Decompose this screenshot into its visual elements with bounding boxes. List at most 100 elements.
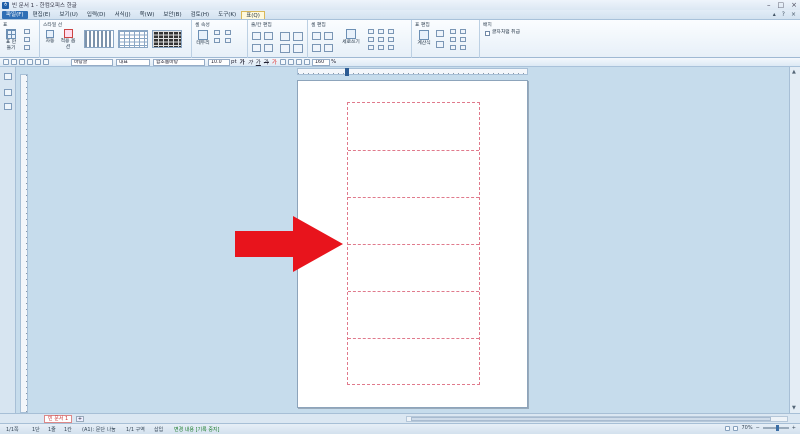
vertical-text-button[interactable]: 세로쓰기	[340, 29, 362, 46]
table-style-dark[interactable]	[152, 30, 182, 48]
pen-icon[interactable]	[4, 73, 12, 80]
delete-row-icon[interactable]	[264, 32, 273, 40]
minimize-button[interactable]: –	[767, 1, 771, 9]
collapse-ribbon-icon[interactable]: ▴	[773, 11, 776, 18]
align-left-icon[interactable]	[287, 59, 294, 65]
table-edit-icon[interactable]	[436, 30, 444, 37]
table-tool-icon[interactable]	[24, 29, 30, 34]
apply-options-button[interactable]: 적용 옵션	[60, 29, 76, 50]
merge-cells-icon[interactable]	[280, 32, 290, 41]
view-mode-icon[interactable]	[733, 425, 739, 431]
status-track-changes[interactable]: 변경 내용 [기록 중지]	[174, 426, 219, 433]
menu-page[interactable]: 쪽(W)	[136, 11, 159, 19]
underline-button[interactable]: 가	[256, 58, 261, 66]
treat-as-char-checkbox[interactable]	[485, 31, 490, 36]
align-top-icon[interactable]	[378, 29, 384, 34]
font-size-input[interactable]: 10.0	[208, 58, 230, 66]
create-table-button[interactable]: 표 만들기	[4, 29, 18, 51]
table-edit-icon[interactable]	[450, 29, 456, 34]
menu-format[interactable]: 서식(J)	[111, 11, 135, 19]
horizontal-ruler[interactable]	[297, 68, 528, 76]
even-cols-icon[interactable]	[293, 44, 303, 53]
line-color-icon[interactable]	[214, 30, 220, 35]
page-view-icon[interactable]	[4, 89, 12, 96]
line-type-icon[interactable]	[225, 38, 231, 43]
status-mode[interactable]: 삽입	[154, 426, 163, 433]
line-width-icon[interactable]	[225, 30, 231, 35]
align-bottom-left-icon[interactable]	[368, 45, 374, 50]
zoom-value[interactable]: 70%	[741, 425, 752, 431]
help-icon[interactable]: ?	[782, 11, 785, 18]
font-lang-select[interactable]: 대표	[116, 58, 150, 66]
cell-edit-icon[interactable]	[324, 44, 333, 52]
align-left-icon[interactable]	[368, 37, 374, 42]
maximize-button[interactable]: □	[778, 1, 785, 9]
table-style-grid[interactable]	[118, 30, 148, 48]
align-justify-icon[interactable]	[279, 59, 286, 65]
formula-button[interactable]: 계산식	[415, 30, 433, 47]
strike-button[interactable]: 가	[264, 58, 269, 66]
zoom-in-icon[interactable]: +	[792, 425, 796, 431]
close-doc-icon[interactable]: ×	[791, 11, 796, 18]
print-icon[interactable]	[27, 59, 33, 65]
scroll-down-icon[interactable]: ▼	[792, 405, 796, 411]
bold-button[interactable]: 가	[240, 58, 245, 66]
delete-col-icon[interactable]	[264, 44, 273, 52]
italic-button[interactable]: 가	[248, 58, 253, 66]
border-button[interactable]: 테두리	[195, 30, 211, 47]
view-mode-icon[interactable]	[725, 425, 731, 431]
auto-button[interactable]: 자동	[43, 30, 57, 45]
cell-edit-icon[interactable]	[312, 44, 321, 52]
align-bottom-icon[interactable]	[378, 45, 384, 50]
split-cells-icon[interactable]	[293, 32, 303, 41]
font-select[interactable]: 함초롬바탕	[153, 58, 205, 66]
indent-marker[interactable]	[345, 68, 349, 76]
zoom-out-icon[interactable]: −	[756, 425, 760, 431]
status-page[interactable]: 1/1쪽	[6, 426, 19, 433]
table-edit-icon[interactable]	[460, 37, 466, 42]
font-color-button[interactable]: 가	[272, 58, 277, 66]
open-icon[interactable]	[11, 59, 17, 65]
menu-view[interactable]: 보기(U)	[55, 11, 81, 19]
table-tool-icon[interactable]	[24, 37, 30, 42]
outline-icon[interactable]	[4, 103, 12, 110]
save-icon[interactable]	[19, 59, 25, 65]
close-button[interactable]: ×	[791, 1, 797, 9]
table-style-plain[interactable]	[84, 30, 114, 48]
horizontal-scrollbar[interactable]	[406, 416, 788, 422]
align-center-icon[interactable]	[378, 37, 384, 42]
table-edit-icon[interactable]	[450, 37, 456, 42]
scroll-thumb[interactable]	[411, 417, 771, 421]
vertical-ruler[interactable]	[20, 74, 28, 413]
new-doc-icon[interactable]	[3, 59, 9, 65]
menu-security[interactable]: 보안(B)	[159, 11, 185, 19]
new-tab-button[interactable]: +	[76, 416, 84, 422]
redo-icon[interactable]	[43, 59, 49, 65]
table-edit-icon[interactable]	[460, 29, 466, 34]
menu-review[interactable]: 검토(H)	[187, 11, 214, 19]
even-rows-icon[interactable]	[280, 44, 290, 53]
menu-file[interactable]: 파일(F)	[2, 10, 28, 19]
table[interactable]	[347, 102, 480, 385]
align-top-right-icon[interactable]	[388, 29, 394, 34]
table-edit-icon[interactable]	[436, 41, 444, 48]
table-edit-icon[interactable]	[450, 45, 456, 50]
cell-edit-icon[interactable]	[324, 32, 333, 40]
align-bottom-right-icon[interactable]	[388, 45, 394, 50]
insert-col-icon[interactable]	[252, 44, 261, 52]
menu-insert[interactable]: 입력(D)	[83, 11, 110, 19]
undo-icon[interactable]	[35, 59, 41, 65]
table-tool-icon[interactable]	[24, 45, 30, 50]
align-top-left-icon[interactable]	[368, 29, 374, 34]
style-select[interactable]: 바탕글	[71, 58, 113, 66]
align-right-icon[interactable]	[388, 37, 394, 42]
menu-table[interactable]: 표(Q)	[241, 10, 265, 19]
menu-tools[interactable]: 도구(K)	[214, 11, 240, 19]
vertical-scrollbar[interactable]: ▲ ▼	[789, 67, 800, 413]
menu-edit[interactable]: 편집(E)	[29, 11, 55, 19]
cell-edit-icon[interactable]	[312, 32, 321, 40]
insert-row-icon[interactable]	[252, 32, 261, 40]
scroll-up-icon[interactable]: ▲	[792, 69, 796, 75]
fill-color-icon[interactable]	[214, 38, 220, 43]
line-spacing-input[interactable]: 160	[311, 58, 330, 66]
